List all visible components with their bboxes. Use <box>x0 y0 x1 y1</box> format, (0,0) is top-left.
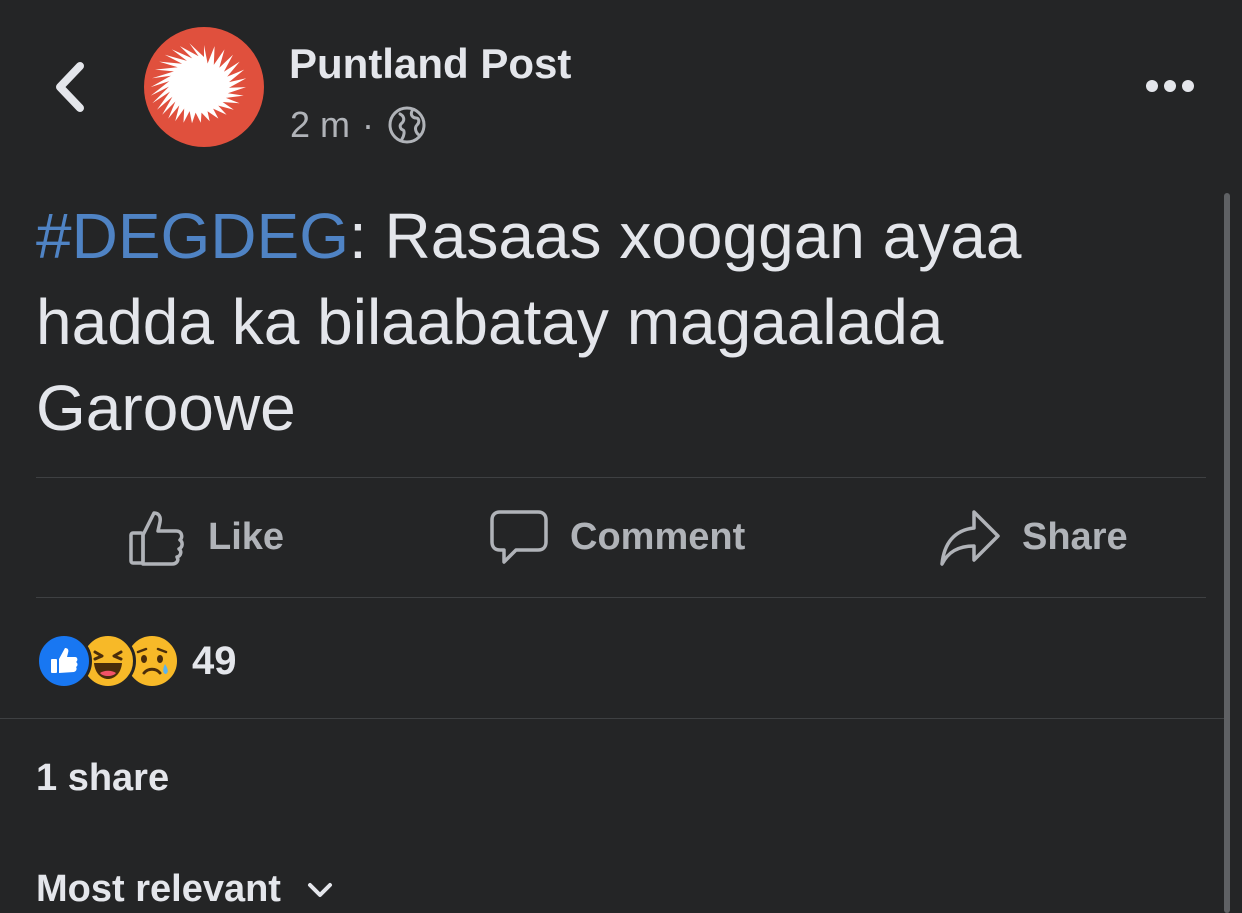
like-reaction-icon <box>36 633 92 689</box>
comment-label: Comment <box>570 515 746 558</box>
more-options-icon[interactable] <box>1144 74 1196 98</box>
share-button[interactable]: Share <box>940 500 1128 574</box>
like-label: Like <box>208 515 285 558</box>
back-chevron-icon[interactable] <box>50 60 90 114</box>
like-button[interactable]: Like <box>128 500 284 574</box>
hashtag-link[interactable]: #DEGDEG <box>36 200 349 272</box>
globe-icon <box>388 106 426 144</box>
share-count[interactable]: 1 share <box>36 757 169 800</box>
sunburst-logo-icon <box>150 43 247 124</box>
post-text: #DEGDEG: Rasaas xooggan ayaa hadda ka bi… <box>36 193 1176 451</box>
comment-sort-dropdown[interactable]: Most relevant <box>36 868 334 911</box>
page-name[interactable]: Puntland Post <box>289 40 571 88</box>
comment-sort-label: Most relevant <box>36 868 281 910</box>
post-meta: 2 m · <box>290 104 426 146</box>
page-avatar[interactable] <box>144 27 264 147</box>
comment-bubble-icon <box>490 510 548 564</box>
share-arrow-icon <box>940 510 1000 566</box>
reaction-count: 49 <box>192 638 237 683</box>
share-label: Share <box>1022 515 1128 558</box>
comment-button[interactable]: Comment <box>490 500 745 574</box>
meta-separator: · <box>362 104 375 145</box>
scrollbar[interactable] <box>1224 193 1230 913</box>
divider-actions <box>36 597 1206 598</box>
post-time[interactable]: 2 m <box>290 104 350 146</box>
chevron-down-icon <box>307 883 332 897</box>
thumbs-up-icon <box>129 511 184 566</box>
reactions-summary[interactable]: 49 <box>36 633 237 689</box>
divider-top <box>36 477 1206 478</box>
divider-reactions <box>0 718 1224 719</box>
